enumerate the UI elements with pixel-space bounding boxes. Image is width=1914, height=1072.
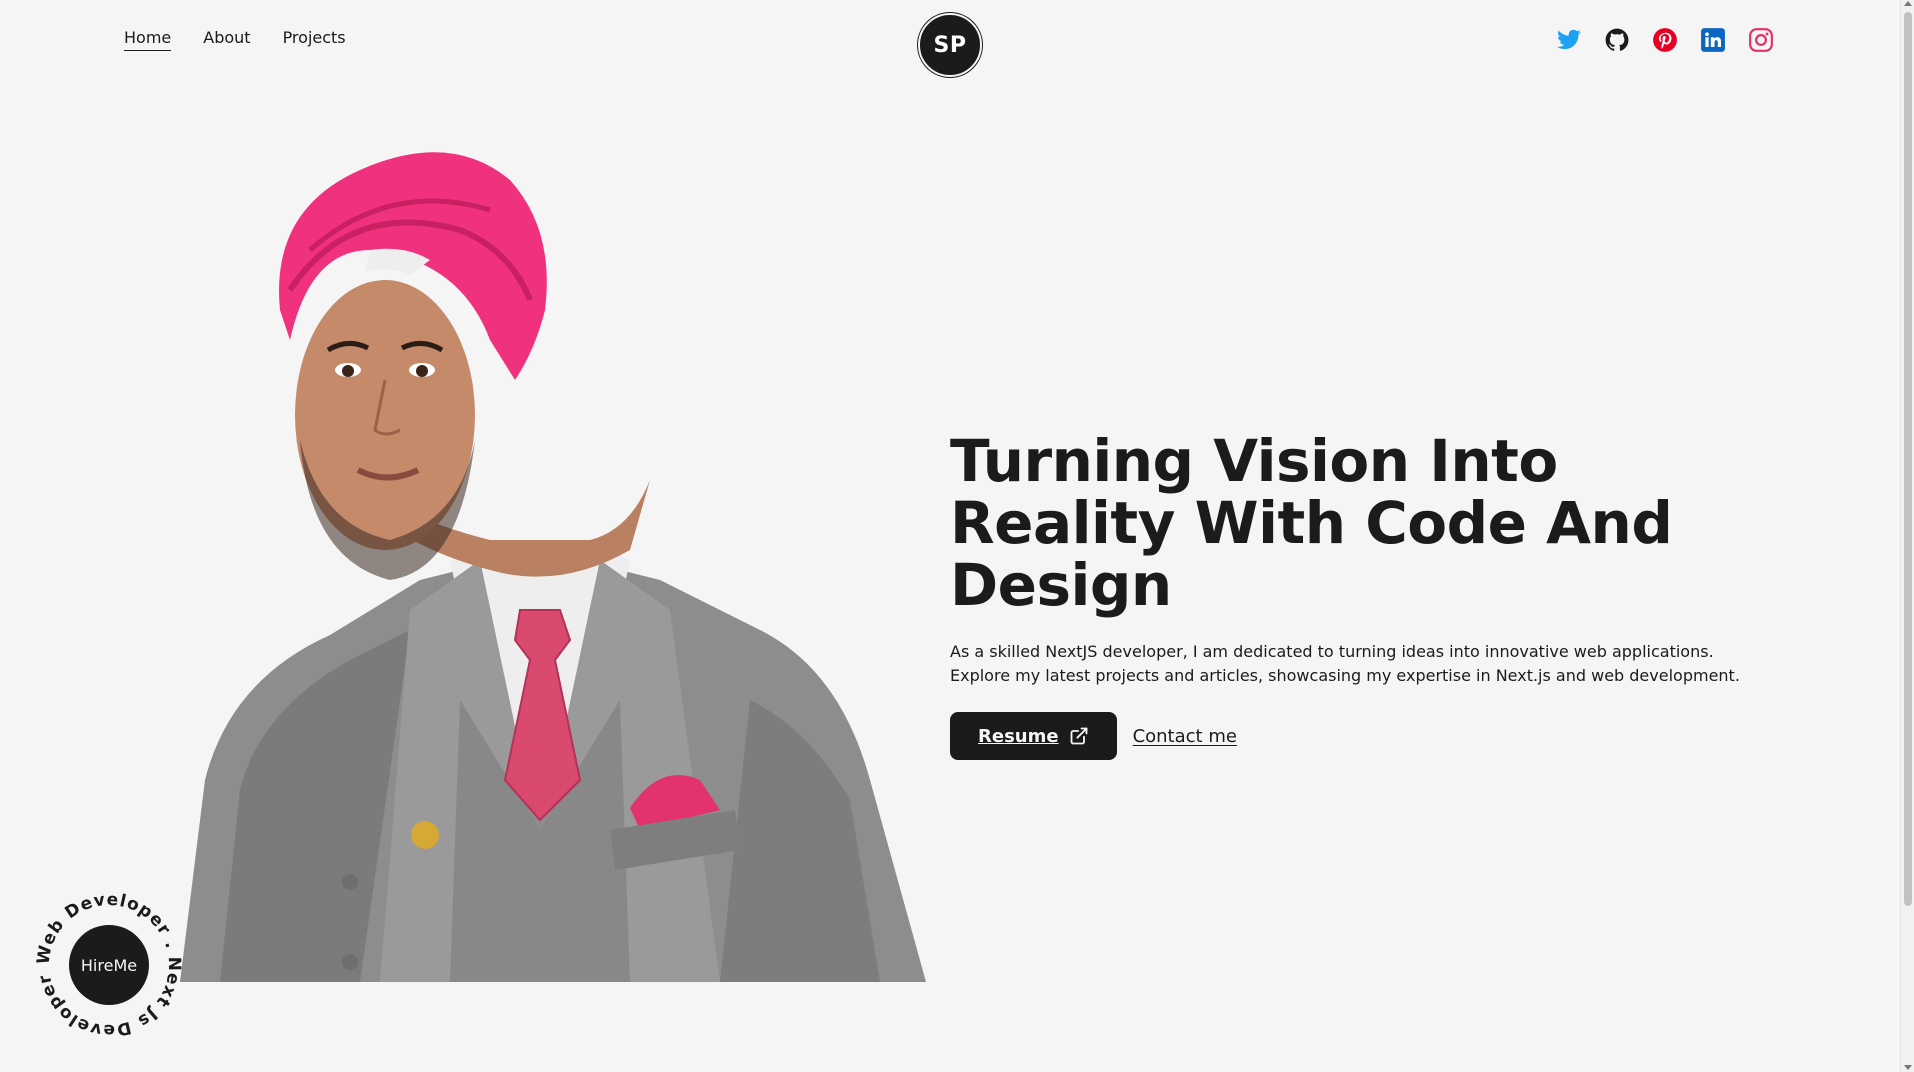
resume-button[interactable]: Resume — [950, 712, 1117, 760]
hireme-badge: Web Developer . Next Js Developer . Hire… — [28, 873, 186, 1042]
pinterest-icon[interactable] — [1652, 27, 1678, 53]
hero-section: Turning Vision Into Reality With Code An… — [950, 430, 1750, 760]
main-nav: Home About Projects — [124, 28, 346, 51]
scrollbar-thumb[interactable] — [1904, 12, 1912, 906]
scroll-up-arrow-icon[interactable] — [1904, 1, 1912, 6]
hero-title: Turning Vision Into Reality With Code An… — [950, 427, 1673, 619]
linkedin-icon[interactable] — [1700, 27, 1726, 53]
github-icon[interactable] — [1604, 27, 1630, 53]
page-scrollbar[interactable] — [1900, 0, 1914, 1072]
scroll-down-arrow-icon[interactable] — [1904, 1065, 1912, 1070]
page: Home About Projects SP Turning Vision In… — [0, 0, 1914, 1072]
social-links — [1556, 27, 1774, 53]
resume-button-label: Resume — [978, 725, 1059, 747]
hero-description: As a skilled NextJS developer, I am dedi… — [950, 642, 1740, 685]
nav-projects-link[interactable]: Projects — [283, 28, 346, 51]
nav-about-link[interactable]: About — [203, 28, 250, 51]
hero-actions: Resume Contact me — [950, 712, 1750, 760]
external-link-icon — [1070, 727, 1087, 745]
nav-home-link[interactable]: Home — [124, 28, 172, 51]
hireme-button[interactable]: HireMe — [69, 925, 149, 1005]
site-logo[interactable]: SP — [918, 13, 982, 77]
instagram-icon[interactable] — [1748, 27, 1774, 53]
profile-photo — [160, 140, 926, 982]
contact-link[interactable]: Contact me — [1133, 726, 1237, 747]
twitter-icon[interactable] — [1556, 27, 1582, 53]
